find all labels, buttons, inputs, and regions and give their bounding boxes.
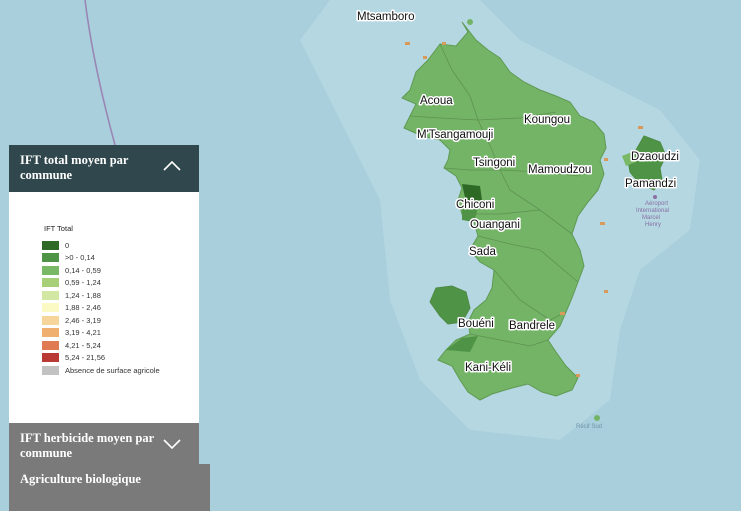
town-label: Koungou [524,114,570,126]
legend-swatch [42,290,59,300]
legend-swatch [42,365,59,375]
airport-icon [653,195,657,199]
town-label: Dzaoudzi [631,151,679,163]
legend-swatch [42,328,59,338]
legend-swatch [42,265,59,275]
legend-label: 2,46 - 3,19 [65,315,101,325]
legend-swatch [42,240,59,250]
chevron-up-icon[interactable] [163,161,181,171]
town-label: Chiconi [456,199,494,211]
town-label: Bandrele [509,320,555,332]
section-ift-herbicide-title: IFT herbicide moyen par commune [20,431,154,460]
airport-label-line: Marcel [642,215,660,221]
legend-item: 0 [42,239,160,252]
town-label: M'Tsangamouji [417,129,493,141]
reef-label: Récif Sud [576,424,602,430]
town-label: Ouangani [470,219,520,231]
legend-label: 4,21 - 5,24 [65,340,101,350]
legend-swatch [42,340,59,350]
section-ift-total-header[interactable]: IFT total moyen par commune [9,145,199,192]
maritime-boundary-line [84,0,116,146]
legend-list: 0 >0 - 0,14 0,14 - 0,59 0,59 - 1,24 1,24 - 1… [42,239,160,377]
legend-item: 1,24 - 1,88 [42,289,160,302]
legend-item: 4,21 - 5,24 [42,339,160,352]
layers-panel: IFT total moyen par commune IFT Total 0 >… [9,145,210,511]
legend-item: 0,59 - 1,24 [42,277,160,290]
town-label: Mtsamboro [357,11,415,23]
legend-item: 1,88 - 2,46 [42,302,160,315]
section-ift-total-title: IFT total moyen par commune [20,153,129,182]
section-ift-herbicide-header[interactable]: IFT herbicide moyen par commune [9,423,199,470]
legend-item: >0 - 0,14 [42,252,160,265]
legend-label: 1,24 - 1,88 [65,290,101,300]
town-label: Tsingoni [473,157,515,169]
legend-item: Absence de surface agricole [42,364,160,377]
legend-label: 0 [65,240,70,250]
town-label: Acoua [420,95,453,107]
airport-label-line: International [636,208,669,214]
town-label: Pamandzi [625,178,676,190]
legend-swatch [42,278,59,288]
legend-label: 0,14 - 0,59 [65,265,101,275]
legend-label: 5,24 - 21,56 [65,353,106,363]
town-label: Kani-Kéli [465,362,511,374]
legend-label: 1,88 - 2,46 [65,303,101,313]
section-agriculture-bio-title: Agriculture biologique [20,472,141,486]
legend-swatch [42,353,59,363]
town-label: Sada [469,246,496,258]
legend-label: 3,19 - 4,21 [65,328,101,338]
legend-label: Absence de surface agricole [65,365,160,375]
section-agriculture-bio-header[interactable]: Agriculture biologique [9,464,210,511]
legend-label: 0,59 - 1,24 [65,278,101,288]
legend-box: IFT Total 0 >0 - 0,14 0,14 - 0,59 0,59 - 1,… [9,192,199,417]
legend-title: IFT Total [44,224,73,233]
airport-label-line: Henry [645,222,661,228]
legend-item: 3,19 - 4,21 [42,327,160,340]
legend-item: 2,46 - 3,19 [42,314,160,327]
chevron-down-icon[interactable] [163,439,181,449]
legend-item: 0,14 - 0,59 [42,264,160,277]
legend-item: 5,24 - 21,56 [42,352,160,365]
airport-label-line: Aéroport [645,201,668,207]
town-label: Bouéni [458,318,494,330]
legend-label: >0 - 0,14 [65,253,95,263]
legend-swatch [42,315,59,325]
legend-swatch [42,253,59,263]
legend-swatch [42,303,59,313]
town-label: Mamoudzou [528,164,591,176]
